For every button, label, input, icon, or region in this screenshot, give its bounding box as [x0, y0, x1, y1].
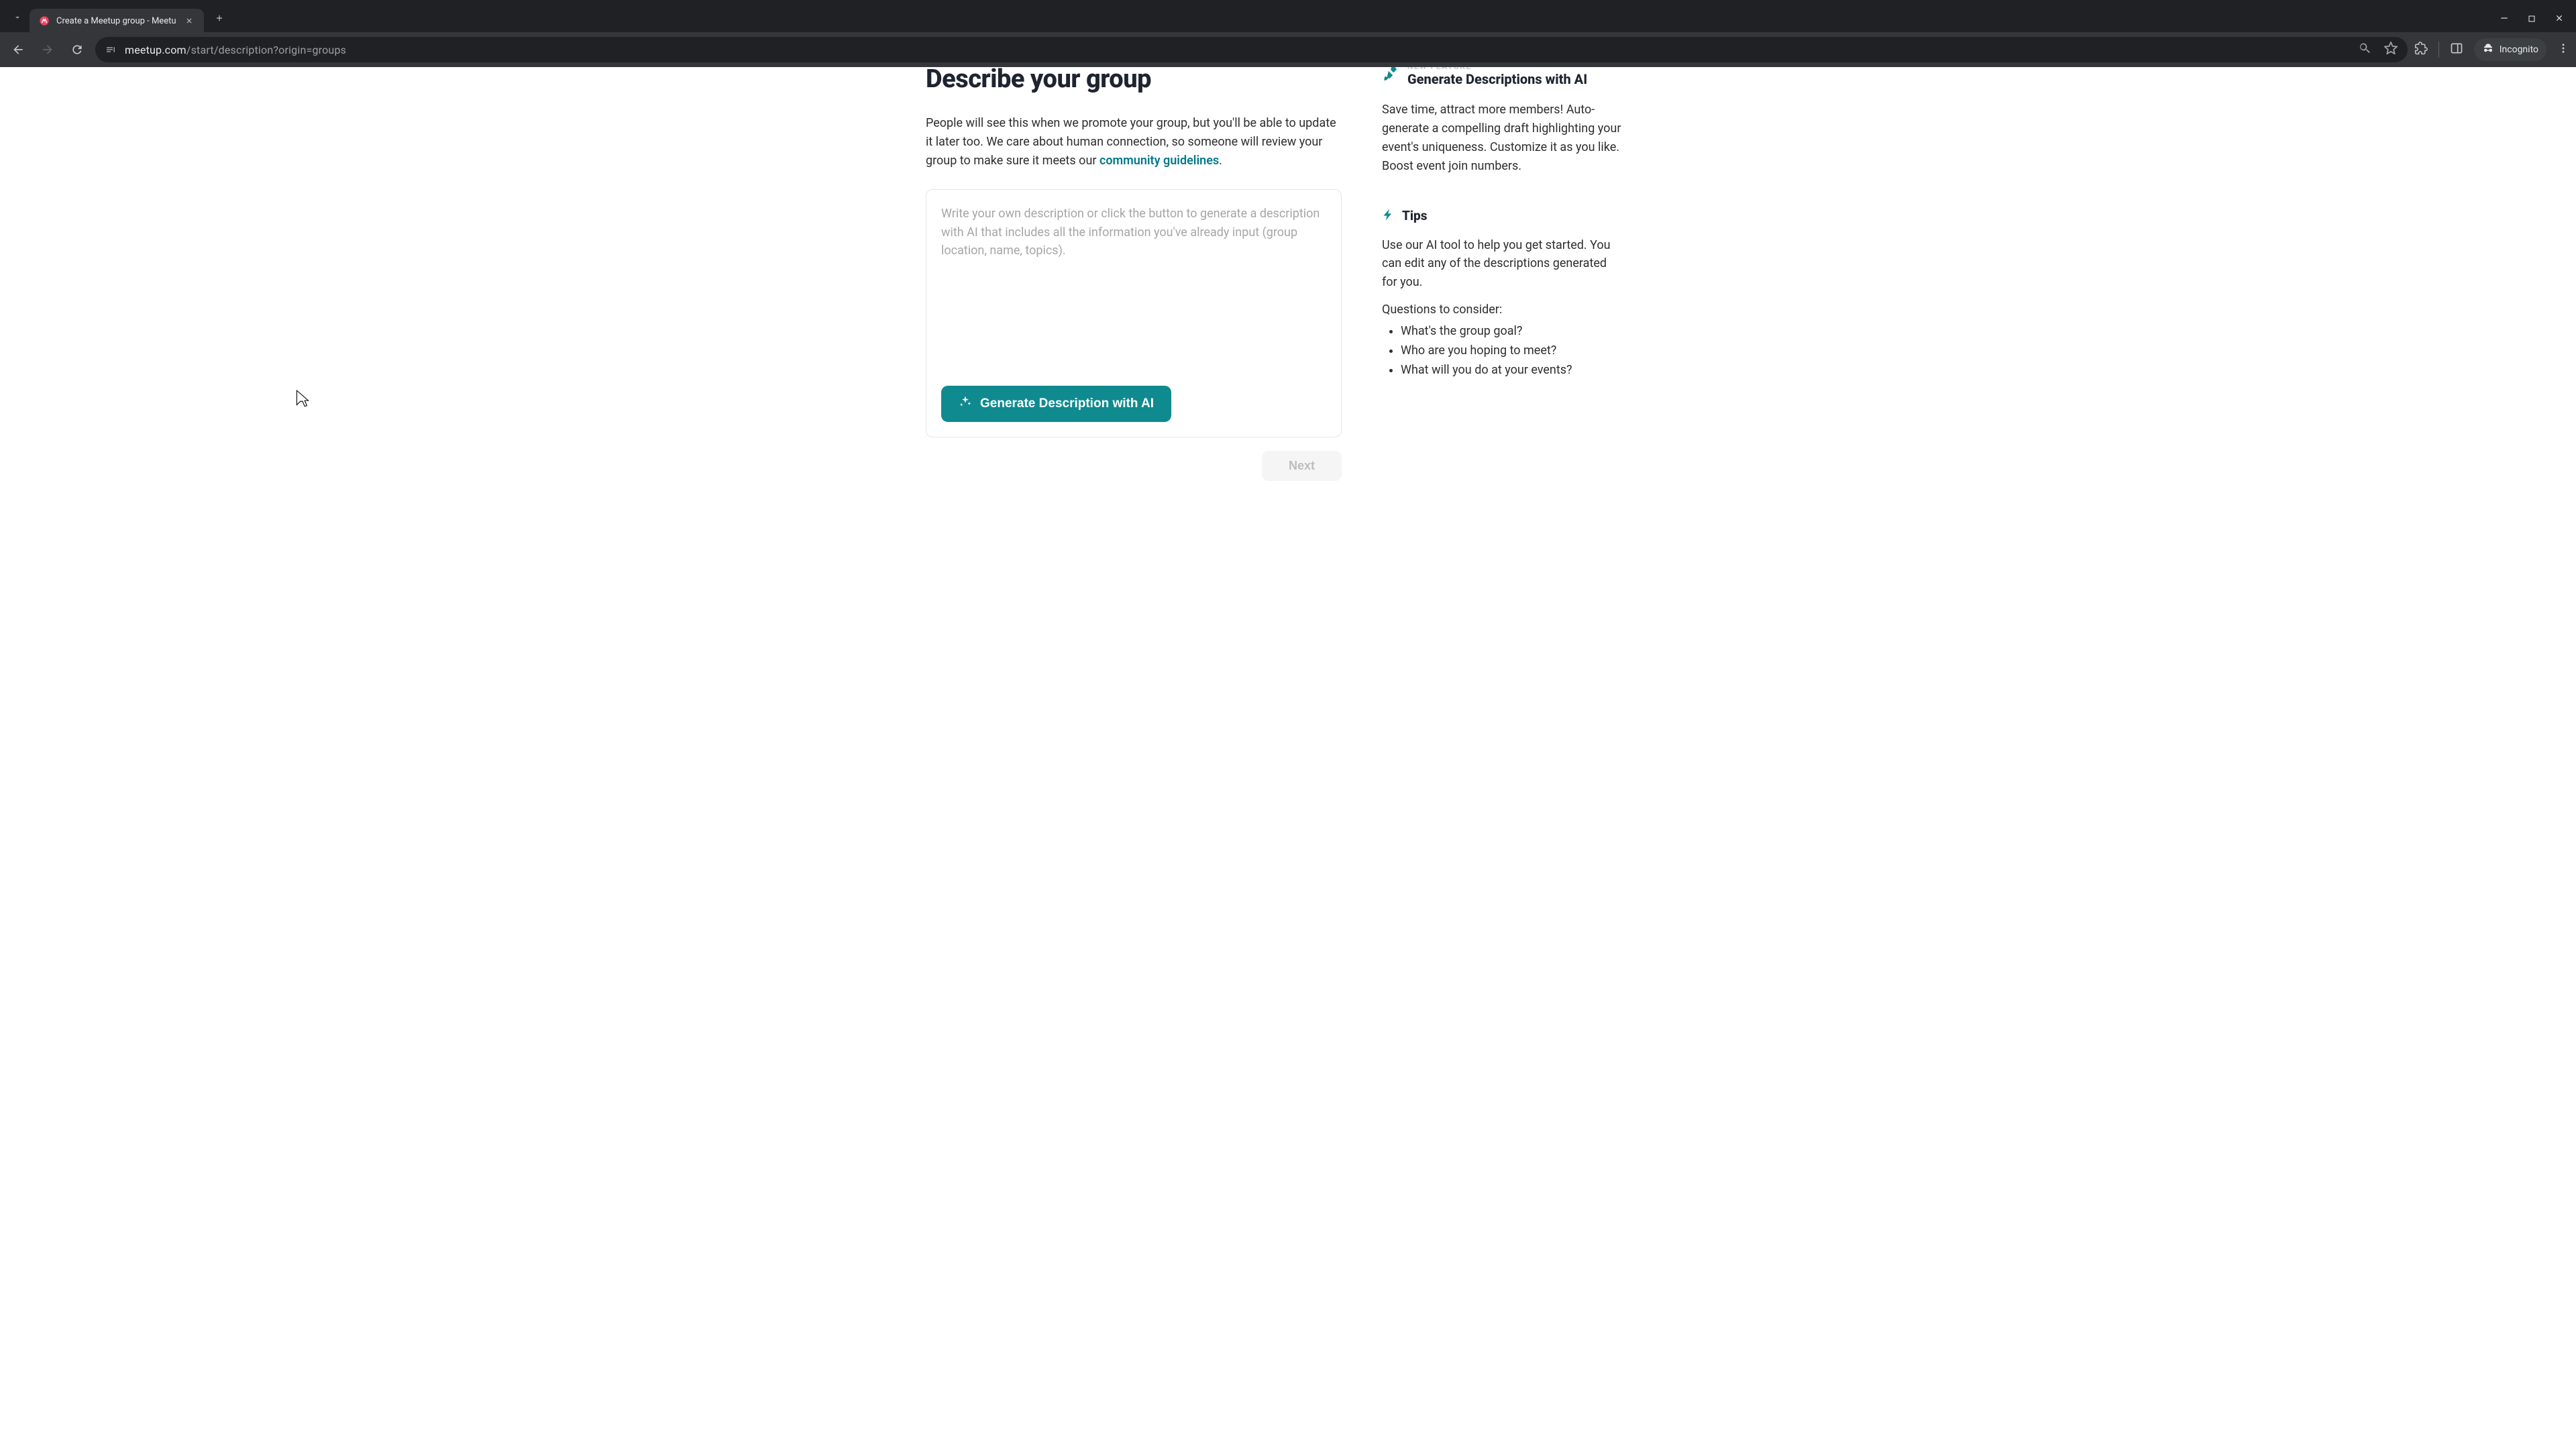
incognito-label: Incognito [2500, 44, 2538, 55]
address-bar[interactable]: meetup.com/start/description?origin=grou… [95, 37, 2408, 62]
generate-with-ai-button[interactable]: Generate Description with AI [941, 386, 1171, 422]
tips-body: Use our AI tool to help you get started.… [1382, 236, 1623, 292]
meetup-favicon-icon [39, 15, 50, 26]
extensions-icon[interactable] [2414, 42, 2428, 58]
window-minimize-button[interactable] [2500, 13, 2509, 25]
sparkle-icon [959, 395, 972, 413]
page-title: Describe your group [926, 67, 1342, 94]
description-editor[interactable]: Write your own description or click the … [926, 189, 1342, 437]
incognito-icon [2482, 42, 2494, 57]
incognito-chip[interactable]: Incognito [2474, 38, 2546, 61]
url-domain: meetup.com [125, 44, 186, 56]
side-panel-icon[interactable] [2450, 42, 2463, 58]
site-info-icon[interactable] [105, 44, 117, 56]
toolbar-separator [2438, 42, 2439, 58]
browser-tab-strip: Create a Meetup group - Meetu [0, 0, 2576, 32]
browser-toolbar: meetup.com/start/description?origin=grou… [0, 32, 2576, 67]
tips-question-item: What's the group goal? [1401, 322, 1623, 341]
tab-title: Create a Meetup group - Meetu [56, 16, 177, 26]
page-viewport: Describe your group People will see this… [0, 67, 2576, 1449]
community-guidelines-link[interactable]: community guidelines [1099, 154, 1219, 168]
tips-question-item: Who are you hoping to meet? [1401, 341, 1623, 361]
search-icon[interactable] [2358, 42, 2371, 58]
url-path: /start/description?origin=groups [186, 44, 346, 56]
window-controls [2500, 13, 2576, 32]
rocket-icon [1382, 67, 1399, 85]
sidebar-column: NEW FEATURE Generate Descriptions with A… [1382, 67, 1623, 1449]
tips-section-header: Tips [1382, 208, 1623, 224]
url-text: meetup.com/start/description?origin=grou… [125, 44, 346, 56]
tips-question-list: What's the group goal? Who are you hopin… [1401, 322, 1623, 380]
toolbar-actions: Incognito [2414, 38, 2569, 61]
tips-title: Tips [1402, 208, 1427, 223]
new-feature-section: NEW FEATURE Generate Descriptions with A… [1382, 67, 1623, 87]
generate-with-ai-label: Generate Description with AI [980, 396, 1154, 411]
next-button[interactable]: Next [1262, 451, 1342, 481]
nav-back-button[interactable] [7, 38, 30, 61]
tab-search-button[interactable] [5, 5, 30, 30]
browser-tab-active[interactable]: Create a Meetup group - Meetu [30, 9, 204, 33]
nav-reload-button[interactable] [66, 38, 89, 61]
mouse-cursor-icon [294, 389, 311, 412]
description-placeholder: Write your own description or click the … [941, 205, 1326, 261]
bookmark-icon[interactable] [2383, 41, 2398, 58]
page-subtitle: People will see this when we promote you… [926, 114, 1342, 170]
feature-title: Generate Descriptions with AI [1407, 71, 1587, 87]
window-close-button[interactable] [2555, 13, 2564, 25]
nav-forward-button[interactable] [36, 38, 59, 61]
lightning-icon [1382, 208, 1395, 224]
tips-question-item: What will you do at your events? [1401, 361, 1623, 380]
new-tab-button[interactable] [209, 8, 229, 28]
browser-menu-icon[interactable] [2557, 42, 2569, 57]
subtitle-text-post: . [1219, 154, 1222, 168]
tips-questions-intro: Questions to consider: [1382, 303, 1623, 317]
feature-body: Save time, attract more members! Auto-ge… [1382, 101, 1623, 176]
tab-close-button[interactable] [184, 15, 195, 26]
main-column: Describe your group People will see this… [919, 67, 1342, 1449]
window-maximize-button[interactable] [2528, 13, 2536, 25]
